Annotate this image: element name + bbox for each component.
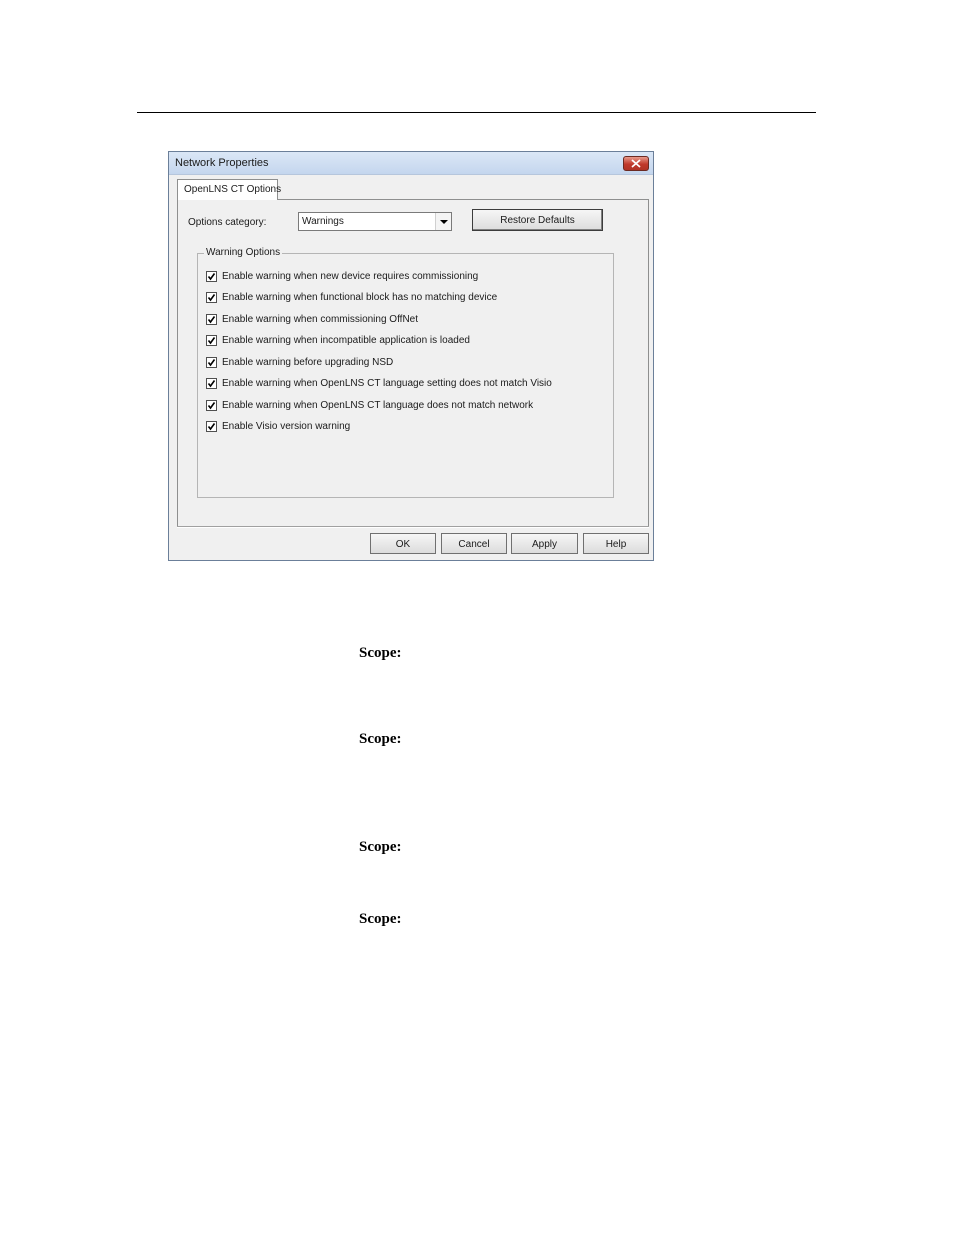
check-icon <box>207 273 216 281</box>
chevron-down-icon <box>440 220 448 224</box>
option-label: Enable Visio version warning <box>222 421 351 432</box>
tab-openlns-ct-options[interactable]: OpenLNS CT Options <box>177 179 282 200</box>
checkbox[interactable] <box>206 335 217 346</box>
option-label: Enable warning when functional block has… <box>222 292 498 303</box>
checkbox[interactable] <box>206 271 217 282</box>
option-label: Enable warning before upgrading NSD <box>222 357 394 368</box>
dropdown-arrow-button[interactable] <box>435 213 451 230</box>
options-category-value: Warnings <box>302 216 344 227</box>
checkbox[interactable] <box>206 400 217 411</box>
scope-label: Scope: <box>359 731 402 747</box>
option-label: Enable warning when commissioning OffNet <box>222 314 419 325</box>
option-label: Enable warning when OpenLNS CT language … <box>222 400 534 411</box>
ok-button[interactable]: OK <box>370 533 436 554</box>
check-icon <box>207 402 216 410</box>
check-icon <box>207 337 216 345</box>
option-label: Enable warning when new device requires … <box>222 271 479 282</box>
cancel-button[interactable]: Cancel <box>441 533 507 554</box>
help-button[interactable]: Help <box>583 533 649 554</box>
network-properties-dialog: Network Properties OpenLNS CT Options Op… <box>168 151 654 561</box>
close-button[interactable] <box>623 156 649 171</box>
checkbox[interactable] <box>206 421 217 432</box>
close-icon <box>631 159 641 168</box>
check-icon <box>207 380 216 388</box>
warning-options-group: Warning Options Enable warning when new … <box>197 247 614 498</box>
options-category-label: Options category: <box>188 217 267 228</box>
scope-label: Scope: <box>359 839 402 855</box>
check-icon <box>207 359 216 367</box>
check-icon <box>207 316 216 324</box>
scope-label: Scope: <box>359 645 402 661</box>
group-title: Warning Options <box>204 247 283 258</box>
check-icon <box>207 294 216 302</box>
option-label: Enable warning when OpenLNS CT language … <box>222 378 552 389</box>
dialog-title: Network Properties <box>175 157 269 169</box>
options-category-select[interactable]: Warnings <box>298 212 452 231</box>
tab-label: OpenLNS CT Options <box>184 184 282 195</box>
footer-separator <box>177 526 649 528</box>
option-label: Enable warning when incompatible applica… <box>222 335 470 346</box>
header-rule <box>137 112 816 113</box>
checkbox[interactable] <box>206 357 217 368</box>
scope-label: Scope: <box>359 911 402 927</box>
check-icon <box>207 423 216 431</box>
checkbox[interactable] <box>206 378 217 389</box>
checkbox[interactable] <box>206 292 217 303</box>
restore-defaults-button[interactable]: Restore Defaults <box>472 209 603 231</box>
apply-button[interactable]: Apply <box>511 533 578 554</box>
checkbox[interactable] <box>206 314 217 325</box>
dialog-titlebar[interactable]: Network Properties <box>169 152 653 175</box>
